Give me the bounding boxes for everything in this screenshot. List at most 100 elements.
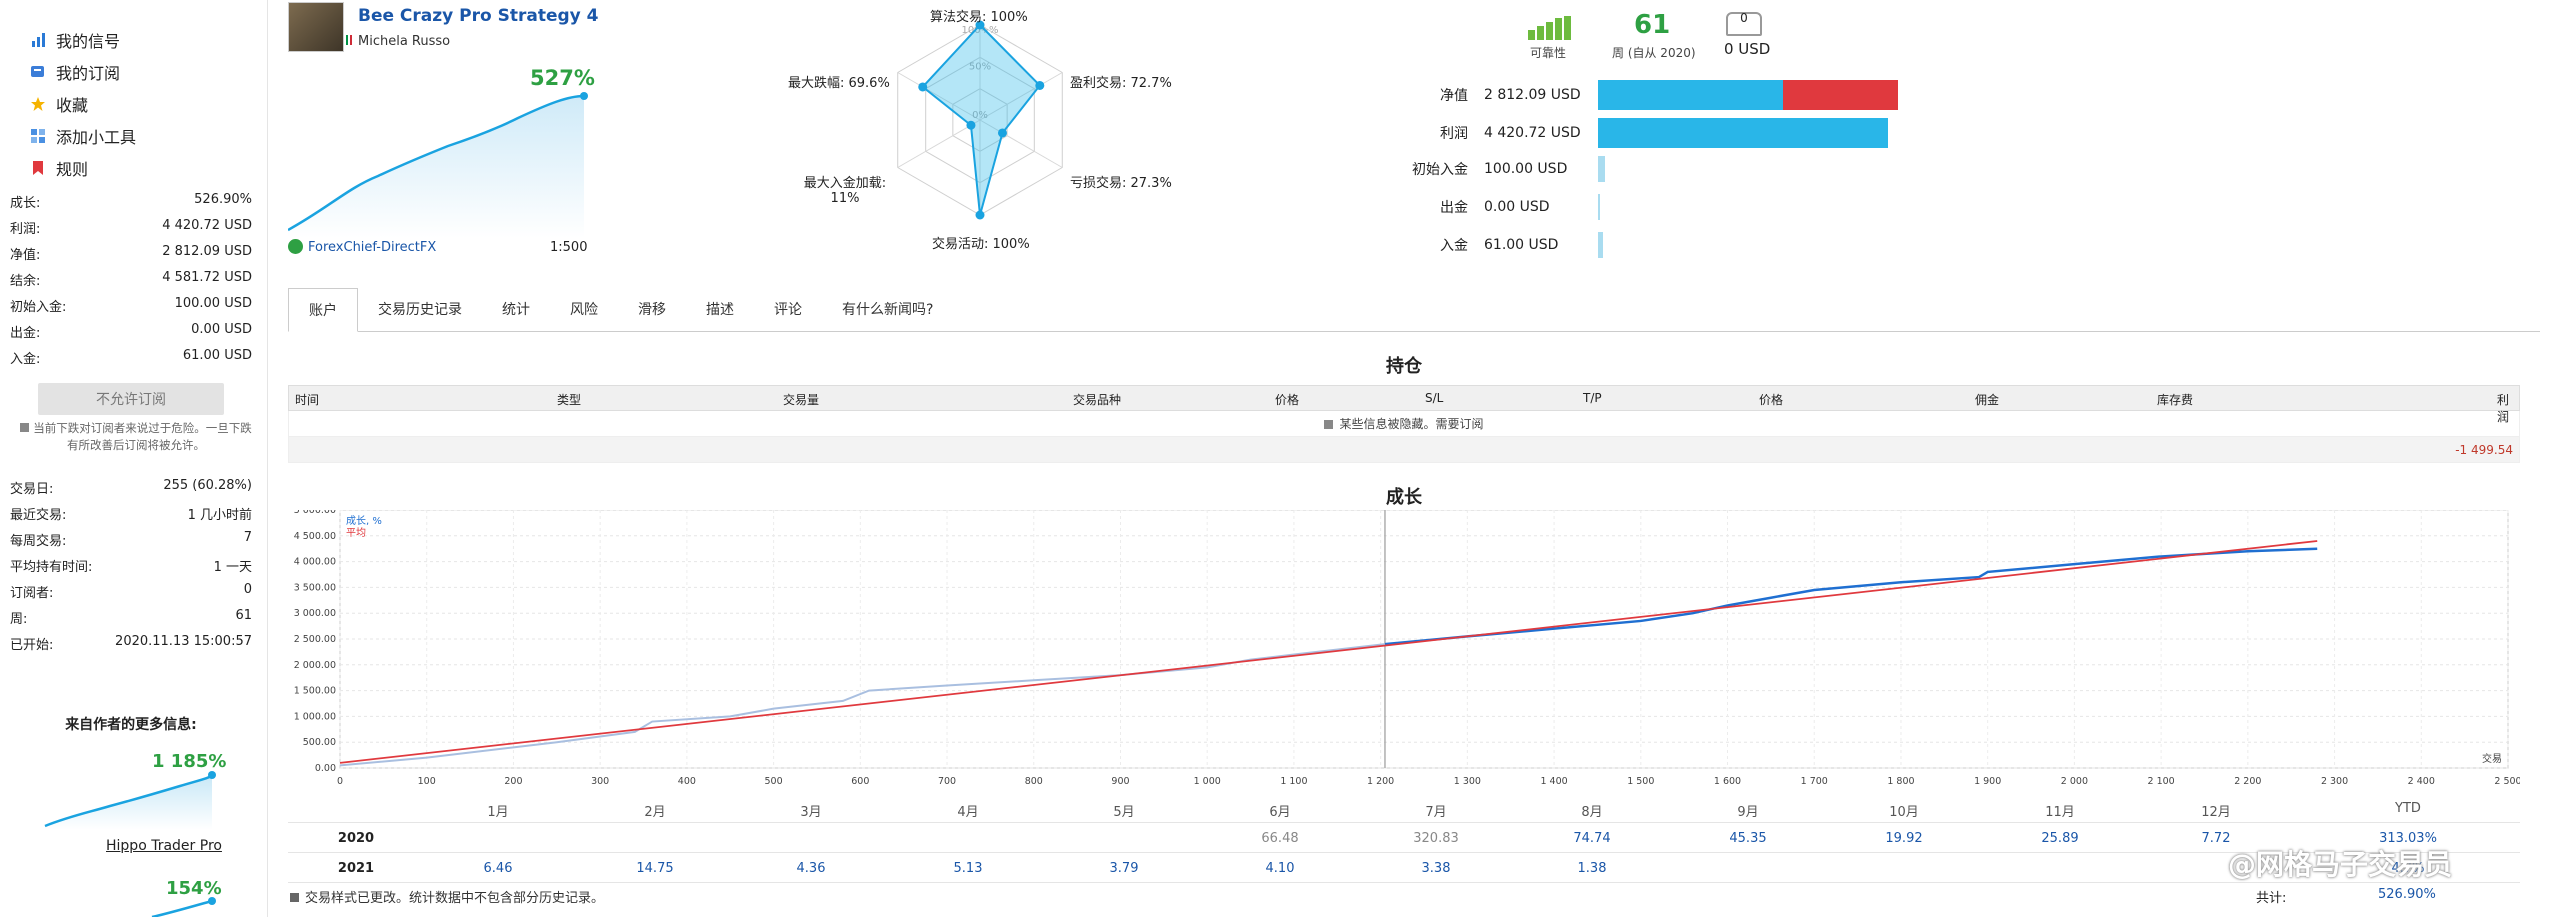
positions-table: 时间 类型 交易量 交易品种 价格 S/L T/P 价格 佣金 库存费 利润 某些信息被隐藏。需要订… [288,385,2520,463]
radar-label-loss-trades: 亏损交易: 27.3% [1070,176,1172,191]
month-header: 6月 [1269,805,1291,820]
broker-link[interactable]: ForexChief-DirectFX [308,240,436,255]
strategy-name[interactable]: Bee Crazy Pro Strategy 4 [358,6,598,26]
total-label: 共计: [2256,891,2287,906]
month-value: 4.10 [1265,861,1295,876]
x-tick-label: 1 500 [1627,776,1654,787]
month-value: 4.36 [796,861,826,876]
positions-col-header: 库存费 [2157,393,2194,407]
x-tick-label: 900 [1111,776,1129,787]
radar-value-area [921,23,1042,216]
x-tick-label: 1 000 [1194,776,1221,787]
positions-title: 持仓 [1386,356,1422,377]
tab-1[interactable]: 交易历史记录 [358,287,482,331]
footnote-text: 交易样式已更改。统计数据中不包含部分历史记录。 [305,891,605,906]
nav-my-subscriptions[interactable]: 我的订阅 [30,60,120,84]
balance-bar-row: 初始入金 100.00 USD [1390,156,2555,182]
x-tick-label: 2 100 [2148,776,2175,787]
nav-label: 我的信号 [56,32,121,51]
nav-label: 规则 [56,160,89,179]
month-header: 3月 [800,805,822,820]
author-signal-link[interactable]: Hippo Trader Pro [106,838,222,854]
month-header: 9月 [1737,805,1759,820]
positions-hidden-message: 某些信息被隐藏。需要订阅 [288,411,2520,437]
subscribe-button[interactable]: 不允许订阅 [38,383,224,415]
stat-row: 入金: 61.00 USD [10,348,252,367]
radar-label-activity: 交易活动: 100% [932,237,1030,252]
month-header: 12月 [2201,805,2231,820]
x-tick-label: 800 [1025,776,1043,787]
month-value: 45.35 [1729,831,1767,846]
footnote: 交易样式已更改。统计数据中不包含部分历史记录。 [290,887,604,906]
tab-3[interactable]: 风险 [550,287,618,331]
x-tick-label: 200 [504,776,522,787]
tab-2[interactable]: 统计 [482,287,550,331]
bar-track [1598,118,2555,148]
nav-label: 添加小工具 [56,128,137,147]
strategy-avatar[interactable] [288,2,344,52]
x-tick-label: 300 [591,776,609,787]
header-growth-chart [288,92,588,238]
tab-7[interactable]: 有什么新闻吗? [822,287,953,331]
positions-col-header: 交易品种 [1073,393,1122,407]
radar-point [975,210,985,220]
stat-label: 利润: [10,222,41,237]
month-value: 3.79 [1109,861,1139,876]
stat-row: 交易日: 255 (60.28%) [10,478,252,497]
tab-0[interactable]: 账户 [288,288,358,332]
mini-growth-chart[interactable] [40,770,220,830]
nav-label: 收藏 [56,96,89,115]
bar-track [1598,80,2555,110]
author-name[interactable]: Michela Russo [358,34,450,49]
stat-row: 订阅者: 0 [10,582,252,601]
widget-icon [30,128,46,144]
balance-bar-row: 利润 4 420.72 USD [1390,118,2555,148]
y-tick-label: 1 000.00 [294,711,336,722]
mini-growth-pct: 1 185% [152,751,227,772]
bar-segment [1598,156,1605,182]
radar-label-max-load-title: 最大入金加载: [803,176,887,191]
y-tick-label: 2 500.00 [294,634,336,645]
month-header: 2月 [644,805,666,820]
subscribers-icon: 0 [1726,12,1762,36]
nav-add-widget[interactable]: 添加小工具 [30,124,136,148]
stat-value: 7 [243,530,252,545]
stat-label: 订阅者: [10,586,54,601]
stat-value: 2 812.09 USD [162,244,252,259]
month-header: 1月 [487,805,509,820]
y-tick-label: 1 500.00 [294,686,336,697]
info-icon [20,423,30,432]
mini-growth-chart-2[interactable] [150,895,220,917]
subscription-icon [30,64,46,80]
tab-4[interactable]: 滑移 [618,287,686,331]
stat-label: 已开始: [10,638,54,653]
radar-label-max-load: 最大入金加载: 11% [800,172,890,206]
nav-rules[interactable]: 规则 [30,156,88,180]
stat-row: 出金: 0.00 USD [10,322,252,341]
stat-row: 周: 61 [10,608,252,627]
y-tick-label: 0.00 [315,763,336,774]
nav-my-signals[interactable]: 我的信号 [30,28,120,52]
stat-row: 利润: 4 420.72 USD [10,218,252,237]
x-tick-label: 0 [337,776,343,787]
stat-value: 61.00 USD [182,348,252,363]
month-value: 25.89 [2041,831,2079,846]
nav-favorites[interactable]: 收藏 [30,92,88,116]
positions-col-header: 价格 [1759,393,1784,407]
stat-row: 平均持有时间: 1 一天 [10,556,252,575]
positions-hidden-text: 某些信息被隐藏。需要订阅 [1339,417,1484,431]
growth-chart[interactable]: 0.00 500.00 1 000.00 1 500.00 2 000.00 2 500.… [288,510,2520,794]
tab-6[interactable]: 评论 [754,287,822,331]
italy-flag-icon [346,35,352,45]
x-tick-label: 600 [851,776,869,787]
x-tick-label: 1 400 [1540,776,1567,787]
bar-segment [1598,232,1603,258]
bar-track [1598,232,2555,258]
bar-segment [1598,80,1783,110]
positions-col-header: 利润 [2497,393,2510,424]
month-header: 5月 [1113,805,1135,820]
radar-label-algo: 算法交易: 100% [930,10,1028,25]
leverage: 1:500 [550,240,588,255]
stat-row: 净值: 2 812.09 USD [10,244,252,263]
tab-5[interactable]: 描述 [686,287,754,331]
